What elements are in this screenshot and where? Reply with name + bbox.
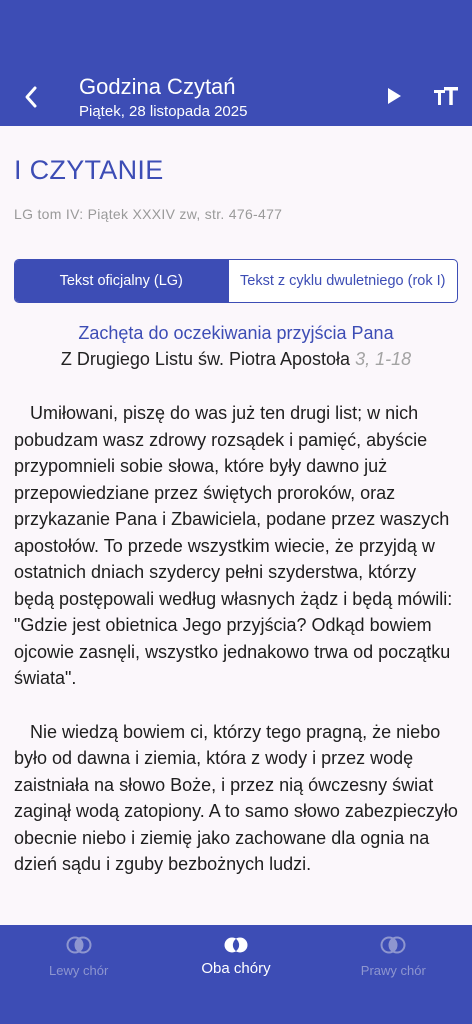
- choir-left-icon: [66, 936, 92, 954]
- choir-both-icon: [224, 937, 248, 953]
- bottom-navigation: Lewy chór Oba chóry Prawy chór: [0, 925, 472, 1024]
- back-button[interactable]: [14, 80, 48, 114]
- nav-right-choir[interactable]: Prawy chór: [315, 925, 472, 1024]
- nav-both-choirs-label: Oba chóry: [201, 960, 271, 977]
- nav-right-choir-label: Prawy chór: [360, 963, 426, 978]
- verse-reference: 3, 1-18: [355, 349, 412, 369]
- reading-body: Umiłowani, piszę do was już ten drugi li…: [14, 400, 460, 905]
- reading-title: Zachęta do oczekiwania przyjścia Pana: [78, 323, 394, 343]
- page-title: Godzina Czytań: [79, 74, 236, 99]
- nav-both-choirs[interactable]: Oba chóry: [157, 925, 314, 1024]
- breviary-source-ref: LG tom IV: Piątek XXXIV zw, str. 476-477: [14, 206, 283, 222]
- nav-left-choir-label: Lewy chór: [49, 963, 109, 978]
- reading-paragraph: Nie wiedzą bowiem ci, którzy tego pragną…: [14, 721, 458, 875]
- choir-right-icon: [380, 936, 406, 954]
- text-version-toggle: Tekst oficjalny (LG) Tekst z cyklu dwule…: [14, 259, 458, 303]
- official-text-tab[interactable]: Tekst oficjalny (LG): [15, 260, 228, 302]
- reading-book: Z Drugiego Listu św. Piotra Apostoła: [60, 349, 351, 369]
- app-header: Godzina Czytań Piątek, 28 listopada 2025: [0, 0, 472, 126]
- biennial-text-tab[interactable]: Tekst z cyklu dwuletniego (rok I): [227, 260, 458, 302]
- play-button[interactable]: [380, 82, 408, 110]
- section-title: I CZYTANIE: [14, 155, 164, 185]
- text-size-button[interactable]: [430, 80, 462, 112]
- reading-paragraph: Umiłowani, piszę do was już ten drugi li…: [14, 403, 453, 688]
- chevron-left-icon: [25, 86, 37, 108]
- reading-source: Z Drugiego Listu św. Piotra Apostoła 3, …: [0, 349, 472, 370]
- text-size-icon: [434, 87, 458, 105]
- nav-left-choir[interactable]: Lewy chór: [0, 925, 157, 1024]
- play-icon: [388, 88, 401, 104]
- page-date: Piątek, 28 listopada 2025: [79, 103, 248, 120]
